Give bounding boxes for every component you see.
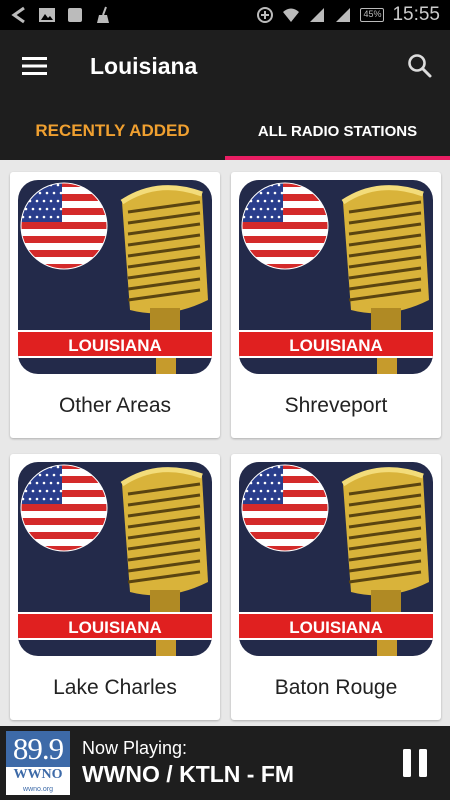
hamburger-menu-icon — [22, 57, 47, 75]
back-arrow-icon — [11, 6, 25, 24]
pause-icon — [403, 749, 427, 777]
page-title: Louisiana — [90, 52, 198, 79]
category-label: Other Areas — [58, 394, 172, 417]
svg-text:LOUISIANA: LOUISIANA — [289, 618, 383, 637]
search-icon — [408, 54, 432, 78]
status-bar: 45% 15:55 — [0, 0, 450, 30]
category-card[interactable]: LOUISIANA Lake Charles — [10, 454, 220, 720]
category-image: LOUISIANA — [239, 180, 433, 374]
category-image: LOUISIANA — [239, 462, 433, 656]
svg-text:LOUISIANA: LOUISIANA — [68, 336, 162, 355]
tab-bar: RECENTLY ADDED ALL RADIO STATIONS — [0, 102, 450, 160]
category-image: LOUISIANA — [18, 462, 212, 656]
svg-text:LOUISIANA: LOUISIANA — [289, 336, 383, 355]
square-icon — [68, 8, 82, 22]
image-icon — [39, 8, 55, 22]
station-logo: 89.9 WWNO wwno.org — [6, 731, 70, 795]
data-saver-icon — [257, 7, 274, 23]
station-name: WWNO / KTLN - FM — [82, 761, 295, 787]
svg-text:LOUISIANA: LOUISIANA — [68, 618, 162, 637]
battery-icon: 45% — [360, 8, 385, 22]
now-playing-label: Now Playing: — [82, 738, 188, 758]
category-label: Shreveport — [284, 394, 388, 417]
now-playing-bar[interactable]: 89.9 WWNO wwno.org Now Playing: WWNO / K… — [0, 726, 450, 800]
wifi-icon — [283, 8, 300, 22]
category-image: LOUISIANA — [18, 180, 212, 374]
tab-all-radio-stations[interactable]: ALL RADIO STATIONS — [225, 102, 450, 160]
broom-icon — [97, 6, 109, 23]
station-grid: LOUISIANA Other Areas LOUISIANA Shrevepo… — [0, 160, 450, 726]
category-card[interactable]: LOUISIANA Shreveport — [231, 172, 441, 438]
category-card[interactable]: LOUISIANA Other Areas — [10, 172, 220, 438]
search-button[interactable] — [390, 30, 450, 102]
signal-icon — [310, 8, 325, 22]
pause-button[interactable] — [380, 726, 450, 800]
category-label: Baton Rouge — [274, 676, 398, 699]
signal-icon — [336, 8, 351, 22]
category-label: Lake Charles — [53, 676, 177, 699]
app-bar: Louisiana — [0, 30, 450, 102]
clock: 15:55 — [392, 4, 440, 25]
menu-button[interactable] — [0, 30, 70, 102]
tab-recently-added[interactable]: RECENTLY ADDED — [0, 102, 225, 160]
category-card[interactable]: LOUISIANA Baton Rouge — [231, 454, 441, 720]
now-playing-info: Now Playing: WWNO / KTLN - FM — [82, 738, 294, 788]
